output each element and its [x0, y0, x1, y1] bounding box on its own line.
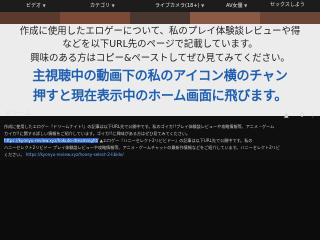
thumbnail[interactable] — [260, 12, 320, 24]
highlighted-link[interactable]: https://kyonyu-review.xyz/hokuto-dreamni… — [4, 138, 99, 143]
overlay-line: 興味のある方はコピー&ペーストしてぜひ見てみてください。 — [30, 53, 290, 64]
chevron-down-icon: ▼ — [42, 3, 46, 8]
overlay-line: 作成に使用したエロゲーについて、私のプレイ体験談レビューや得 — [19, 26, 301, 37]
description-line: 作成に使用したエロゲー『ドリームナイト!』の記事は以下URL先で公開中です。私の… — [4, 124, 275, 129]
more-icon[interactable]: ⋮ — [310, 112, 316, 119]
description-line: ハニーセレクト2リビドー プレイ体験談レビューや攻略情報等、アニメ・ゲームチャッ… — [4, 145, 280, 150]
thumbnail[interactable] — [0, 12, 60, 24]
thumbnail[interactable] — [60, 12, 130, 24]
chevron-down-icon: ▼ — [111, 3, 115, 8]
overlay-highlight-line: 主視聴中の動画下の私のアイコン横のチャン — [32, 69, 288, 84]
thumbnail-strip[interactable] — [0, 12, 320, 24]
description-line: カイカ!!に関する詳しい情報をご紹介しています。ゴイカ!!に興味がある方はぜひ見… — [4, 131, 191, 136]
thumbnail[interactable] — [190, 12, 260, 24]
content-area — [0, 160, 320, 240]
description-link[interactable]: https://kyonyu-review.xyz/honey-select-2… — [26, 152, 124, 157]
top-nav: ビデオ ▼ カテゴリ ▼ ライブカメラ(18+) ▼ AV女優 ▼ セックスしよ… — [0, 0, 320, 12]
nav-item-categories[interactable]: カテゴリ ▼ — [90, 1, 115, 11]
chevron-down-icon: ▼ — [201, 3, 205, 8]
section-title: ドリーム — [4, 109, 32, 117]
icon-count: 0 — [300, 112, 304, 119]
chevron-down-icon: ▼ — [244, 3, 248, 8]
description-line: https://kyonyu-review.xyz/hokuto-dreamni… — [4, 138, 253, 143]
nav-item-actresses[interactable]: AV女優 ▼ — [226, 1, 247, 11]
nav-item-sex[interactable]: セックスしよう — [270, 1, 305, 10]
thumbs-up-icon[interactable]: ▲ — [284, 112, 289, 119]
nav-item-live-cams[interactable]: ライブカメラ(18+) ▼ — [155, 1, 204, 11]
caption-overlay: 作成に使用したエロゲーについて、私のプレイ体験談レビューや得 などを以下URL先… — [0, 24, 320, 116]
description-line: ください。 https://kyonyu-review.xyz/honey-se… — [4, 152, 124, 157]
nav-item-videos[interactable]: ビデオ ▼ — [26, 1, 46, 11]
overlay-line: などを以下URL先のページで記載しています。 — [62, 39, 258, 50]
thumbnail[interactable] — [130, 12, 190, 24]
overlay-highlight-line: 押すと現在表示中のホーム画面に飛びます。 — [32, 89, 288, 104]
